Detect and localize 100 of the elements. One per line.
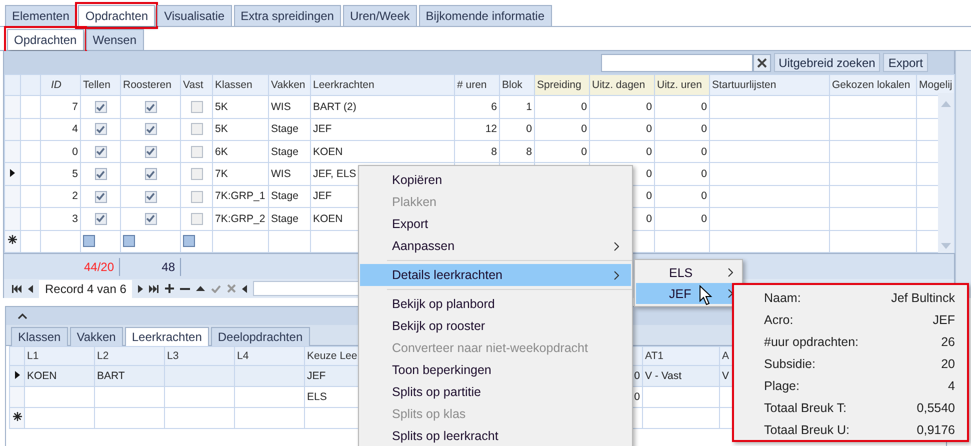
tab[interactable]: Vakken xyxy=(70,327,123,346)
menu-item[interactable]: Aanpassen xyxy=(360,235,631,257)
detail-value: JEF xyxy=(932,313,955,327)
table-cell: 0 xyxy=(646,146,652,158)
table-cell: BART xyxy=(97,370,125,382)
table-cell: 0 xyxy=(646,212,652,225)
table-cell: WIS xyxy=(271,168,291,180)
tab[interactable]: Uren/Week xyxy=(342,5,417,26)
column-header[interactable]: # uren xyxy=(454,74,500,96)
table-cell: Stage xyxy=(271,190,298,202)
table-cell: KOEN xyxy=(313,146,343,158)
table-cell: 0 xyxy=(72,146,78,158)
detail-label: Totaal Breuk T: xyxy=(764,401,846,415)
column-header[interactable]: Leerkrachten xyxy=(310,74,454,96)
table-cell: V - Vast xyxy=(645,370,682,382)
toolbar-button[interactable]: Export xyxy=(883,53,928,72)
detail-value: 0,9176 xyxy=(916,423,955,437)
table-cell: 0 xyxy=(646,100,652,113)
menu-item[interactable]: Export xyxy=(360,213,631,235)
menu-item[interactable]: Details leerkrachten xyxy=(360,264,631,286)
column-header[interactable]: Gekozen lokalen xyxy=(830,74,916,96)
summary-value: 48 xyxy=(162,260,175,274)
menu-item[interactable]: Splits op partitie xyxy=(360,381,631,403)
column-header[interactable]: L3 xyxy=(167,350,179,362)
table-cell: 5K xyxy=(215,123,228,136)
column-header[interactable]: Uitz. dagen xyxy=(590,74,654,96)
summary-value: 44/20 xyxy=(84,260,114,274)
table-cell: ELS xyxy=(307,391,327,403)
table-cell: 0 xyxy=(526,123,532,136)
detail-label: Subsidie: xyxy=(764,357,816,371)
column-header[interactable]: Klassen xyxy=(212,74,268,96)
tab[interactable]: Opdrachten xyxy=(7,29,84,50)
table-cell: Stage xyxy=(271,146,298,158)
table-cell: 6K xyxy=(215,146,228,158)
table-cell: 12 xyxy=(485,123,497,136)
table-cell: 8 xyxy=(526,146,532,158)
table-cell: V xyxy=(722,370,730,382)
table-cell: Stage xyxy=(271,123,298,136)
table-cell: 7K:GRP_1 xyxy=(215,190,266,202)
table-cell: 4 xyxy=(72,123,78,136)
column-header[interactable]: Roosteren xyxy=(120,74,180,96)
tab[interactable]: Bijkomende informatie xyxy=(418,5,552,26)
column-header[interactable]: A xyxy=(722,350,730,362)
table-cell: JEF xyxy=(307,370,326,382)
table-cell: 0 xyxy=(701,146,707,158)
menu-item[interactable]: Splits op leerkracht xyxy=(360,425,631,446)
column-header[interactable]: L1 xyxy=(27,350,39,362)
table-cell: 0 xyxy=(701,168,707,180)
menu-item[interactable]: Bekijk op planbord xyxy=(360,293,631,315)
detail-value: 0,5540 xyxy=(916,401,955,415)
column-header[interactable]: Spreiding xyxy=(534,74,590,96)
menu-item[interactable]: Bekijk op rooster xyxy=(360,315,631,337)
tab[interactable]: Leerkrachten xyxy=(124,327,209,346)
table-cell: 0 xyxy=(634,391,640,403)
table-cell: 7 xyxy=(72,100,78,113)
menu-item[interactable]: ELS xyxy=(636,262,741,283)
table-cell: 0 xyxy=(701,123,707,136)
column-header[interactable]: L2 xyxy=(97,350,109,362)
tab[interactable]: Deelopdrachten xyxy=(210,327,310,346)
tab[interactable]: Wensen xyxy=(86,29,144,50)
detail-value: 26 xyxy=(941,335,955,349)
table-cell: 5 xyxy=(72,168,78,180)
table-cell: 5K xyxy=(215,100,228,113)
column-header[interactable]: Vakken xyxy=(268,74,310,96)
table-cell: 7K xyxy=(215,168,228,180)
table-cell: 0 xyxy=(634,370,640,382)
column-header[interactable]: Blok xyxy=(500,74,534,96)
column-header[interactable]: Tellen xyxy=(80,74,120,96)
column-header[interactable]: L4 xyxy=(237,350,249,362)
detail-label: Totaal Breuk U: xyxy=(764,423,850,437)
table-cell: Stage xyxy=(271,212,298,225)
table-cell: 0 xyxy=(646,190,652,202)
tab[interactable]: Visualisatie xyxy=(157,5,232,26)
column-header[interactable]: AT1 xyxy=(645,350,664,362)
table-cell: 0 xyxy=(701,190,707,202)
column-header[interactable]: Startuurlijsten xyxy=(710,74,830,96)
table-cell: 0 xyxy=(701,100,707,113)
menu-item[interactable]: Toon beperkingen xyxy=(360,359,631,381)
tab[interactable]: Extra spreidingen xyxy=(234,5,341,26)
table-cell: 0 xyxy=(646,123,652,136)
detail-value: 20 xyxy=(941,357,955,371)
column-header[interactable]: Uitz. uren xyxy=(654,74,710,96)
column-header[interactable]: Vast xyxy=(180,74,212,96)
table-cell: 1 xyxy=(526,100,532,113)
toolbar-button[interactable]: Uitgebreid zoeken xyxy=(774,53,880,72)
table-cell: WIS xyxy=(271,100,291,113)
detail-label: Plage: xyxy=(764,379,800,393)
table-cell: 0 xyxy=(581,100,587,113)
table-cell: 8 xyxy=(491,146,497,158)
table-cell: KOEN xyxy=(313,212,343,225)
detail-label: #uur opdrachten: xyxy=(764,335,859,349)
column-header[interactable]: ID xyxy=(40,74,80,96)
table-cell: 6 xyxy=(491,100,497,113)
table-cell: 0 xyxy=(581,146,587,158)
tab[interactable]: Klassen xyxy=(11,327,68,346)
tab[interactable]: Opdrachten xyxy=(78,5,156,26)
menu-item[interactable]: Kopiëren xyxy=(360,169,631,191)
table-cell: KOEN xyxy=(27,370,57,382)
tab[interactable]: Elementen xyxy=(5,5,76,26)
column-header[interactable]: Mogelij xyxy=(916,74,954,96)
